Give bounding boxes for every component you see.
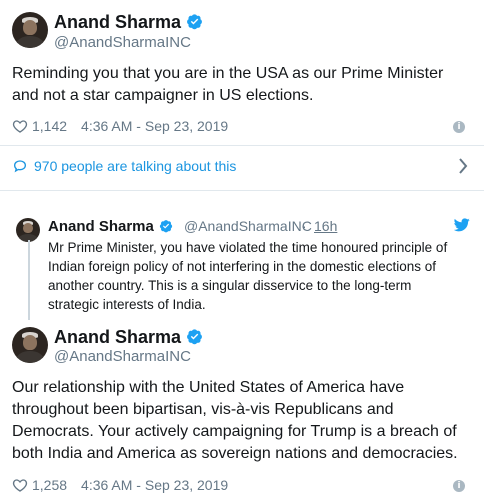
- like-count[interactable]: 1,142: [32, 118, 67, 134]
- verified-badge-icon: [187, 14, 202, 30]
- quoted-author-name[interactable]: Anand Sharma: [48, 218, 173, 235]
- thread-line: [28, 240, 30, 320]
- quoted-timestamp[interactable]: 16h: [314, 218, 337, 234]
- quoted-text-line: strategic interests of India.: [48, 297, 206, 312]
- tweet-timestamp[interactable]: 4:36 AM - Sep 23, 2019: [81, 477, 228, 493]
- verified-badge-icon: [159, 220, 172, 233]
- tweet-meta: 1,258 4:36 AM - Sep 23, 2019: [12, 477, 228, 493]
- avatar[interactable]: [12, 327, 48, 363]
- author-name-text[interactable]: Anand Sharma: [54, 12, 181, 32]
- author-handle[interactable]: @AnandSharmaINC: [54, 348, 191, 365]
- avatar[interactable]: [16, 218, 40, 242]
- tweet-timestamp[interactable]: 4:36 AM - Sep 23, 2019: [81, 118, 228, 134]
- like-count[interactable]: 1,258: [32, 477, 67, 493]
- verified-badge-icon: [187, 329, 202, 345]
- quoted-text-line: another country. This is a singular diss…: [48, 278, 412, 293]
- heart-icon[interactable]: [12, 477, 28, 493]
- avatar[interactable]: [12, 12, 48, 48]
- divider: [0, 145, 484, 146]
- tweet-meta: 1,142 4:36 AM - Sep 23, 2019: [12, 118, 228, 134]
- tweet-text: Reminding you that you are in the USA as…: [12, 63, 472, 107]
- comment-icon: [13, 160, 27, 173]
- talking-about-text[interactable]: 970 people are talking about this: [34, 158, 236, 174]
- info-icon[interactable]: i: [453, 121, 465, 133]
- talking-about-link[interactable]: 970 people are talking about this: [12, 150, 474, 182]
- tweet-text-line: Our relationship with the United States …: [12, 379, 405, 396]
- twitter-bird-icon[interactable]: [454, 218, 470, 232]
- info-icon[interactable]: i: [453, 480, 465, 492]
- author-name[interactable]: Anand Sharma: [54, 327, 203, 348]
- quoted-text-line: Mr Prime Minister, you have violated the…: [48, 240, 448, 255]
- heart-icon[interactable]: [12, 118, 28, 134]
- author-name-text[interactable]: Anand Sharma: [54, 327, 181, 347]
- quoted-text-line: Indian foreign policy of not interfering…: [48, 259, 436, 274]
- tweet-text: Our relationship with the United States …: [12, 377, 478, 465]
- chevron-right-icon[interactable]: [458, 157, 468, 175]
- quoted-text: Mr Prime Minister, you have violated the…: [48, 238, 468, 314]
- tweet-text-line: both India and America as sovereign nati…: [12, 445, 458, 462]
- tweet-text-line: Democrats. Your actively campaigning for…: [12, 423, 457, 440]
- tweet-text-line: throughout been bipartisan, vis-à-vis Re…: [12, 401, 394, 418]
- divider: [0, 190, 484, 191]
- separator-dot: ·: [302, 218, 307, 234]
- tweet-text-line: Reminding you that you are in the USA as…: [12, 65, 444, 82]
- quoted-tweet[interactable]: Anand Sharma @AnandSharmaINC · 16h Mr Pr…: [12, 206, 470, 320]
- author-name[interactable]: Anand Sharma: [54, 12, 203, 33]
- quoted-author-name-text[interactable]: Anand Sharma: [48, 218, 154, 235]
- author-handle[interactable]: @AnandSharmaINC: [54, 34, 191, 51]
- tweet-text-line: and not a star campaigner in US election…: [12, 87, 314, 104]
- quoted-author-handle[interactable]: @AnandSharmaINC: [184, 218, 312, 234]
